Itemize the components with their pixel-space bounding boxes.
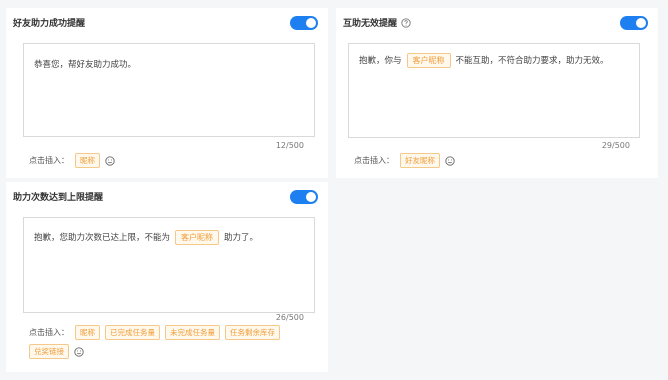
toggle-knob [306,18,316,28]
insert-tag-nickname[interactable]: 昵称 [75,153,100,168]
char-counter: 29/500 [601,141,630,150]
smile-icon[interactable] [445,155,455,166]
inline-tag-customer-nickname: 客户昵称 [406,53,451,68]
panel-friend-assist-success: 好友助力成功提醒 恭喜您，帮好友助力成功。 12/500 点击插入： 昵称 [6,8,328,178]
panel-title: 助力次数达到上限提醒 [13,190,103,203]
insert-tag-redeem-link[interactable]: 兑奖链接 [29,344,69,359]
panel-title-text: 互助无效提醒 [343,19,398,29]
panel-title: 好友助力成功提醒 [13,16,85,29]
message-text-after: 助力了。 [224,233,259,243]
message-text-before: 抱歉，你与 [359,56,402,66]
question-circle-icon[interactable] [401,17,411,28]
char-counter: 26/500 [275,313,304,322]
insert-tag-remaining-stock[interactable]: 任务剩余库存 [225,325,280,340]
inline-tag-customer-nickname: 客户昵称 [175,230,220,245]
panel-title-text: 好友助力成功提醒 [13,19,86,29]
message-editor[interactable]: 抱歉，您助力次数已达上限，不能为 客户昵称 助力了。 [23,217,315,313]
char-counter: 12/500 [275,141,304,150]
message-text: 恭喜您，帮好友助力成功。 [34,60,137,70]
smile-icon[interactable] [105,155,115,166]
insert-row: 点击插入： 昵称 [29,153,115,168]
panel-title: 互助无效提醒 [343,16,411,29]
panel-mutual-assist-invalid: 互助无效提醒 抱歉，你与 客户昵称 不能互助，不符合助力要求，助力无效。 29/50… [336,8,658,178]
insert-tag-completed-tasks[interactable]: 已完成任务量 [105,325,160,340]
insert-tag-friend-nickname[interactable]: 好友昵称 [400,153,440,168]
message-text-before: 抱歉，您助力次数已达上限，不能为 [34,233,171,243]
panel-title-text: 助力次数达到上限提醒 [13,193,104,203]
message-editor[interactable]: 抱歉，你与 客户昵称 不能互助，不符合助力要求，助力无效。 [348,43,640,138]
insert-row-wrap: 兑奖链接 [29,344,321,359]
insert-row: 点击插入： 昵称 已完成任务量 未完成任务量 任务剩余库存 兑奖链接 [29,325,321,359]
insert-tag-nickname[interactable]: 昵称 [75,325,100,340]
toggle-switch[interactable] [620,16,648,30]
insert-tag-uncompleted-tasks[interactable]: 未完成任务量 [165,325,220,340]
insert-row: 点击插入： 好友昵称 [354,153,455,168]
panel-assist-limit-reached: 助力次数达到上限提醒 抱歉，您助力次数已达上限，不能为 客户昵称 助力了。 26/5… [6,182,328,372]
message-editor[interactable]: 恭喜您，帮好友助力成功。 [23,43,315,137]
insert-label: 点击插入： [354,156,394,165]
insert-label: 点击插入： [29,328,69,337]
toggle-switch[interactable] [290,190,318,204]
smile-icon[interactable] [74,346,84,357]
toggle-switch[interactable] [290,16,318,30]
toggle-knob [306,192,316,202]
toggle-knob [636,18,646,28]
message-text-after: 不能互助，不符合助力要求，助力无效。 [455,56,609,66]
insert-label: 点击插入： [29,156,69,165]
